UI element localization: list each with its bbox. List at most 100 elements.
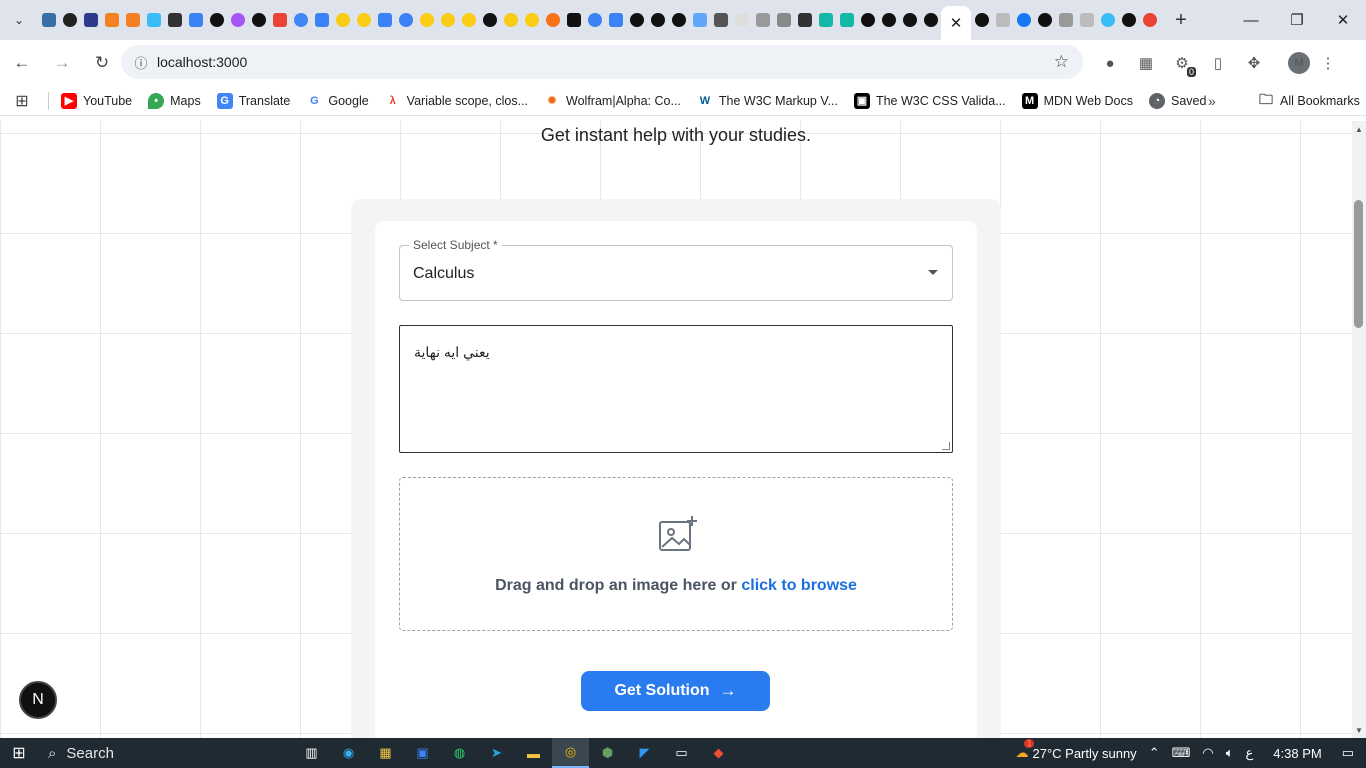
bookmark-translate[interactable]: G Translate xyxy=(209,87,299,115)
clipboard-icon[interactable]: ▯ xyxy=(1200,45,1236,81)
url-text[interactable]: localhost:3000 xyxy=(157,54,247,70)
active-tab[interactable]: ✕ xyxy=(941,6,971,40)
task-view-icon[interactable]: ▥ xyxy=(293,738,330,768)
tab[interactable] xyxy=(626,0,647,40)
tab[interactable] xyxy=(773,0,794,40)
tab[interactable] xyxy=(185,0,206,40)
subject-select[interactable]: Select Subject * Calculus xyxy=(399,238,953,301)
tab[interactable] xyxy=(269,0,290,40)
tab-close-icon[interactable]: ✕ xyxy=(950,14,963,32)
tray-chevron-icon[interactable]: ⌃ xyxy=(1143,745,1166,761)
tab[interactable] xyxy=(563,0,584,40)
tab[interactable] xyxy=(437,0,458,40)
weather-widget[interactable]: ☁ 1 27°C Partly sunny xyxy=(1009,739,1142,761)
bookmark-star-icon[interactable]: ☆ xyxy=(1054,52,1069,72)
apps-icon[interactable]: ⊞ xyxy=(0,87,44,115)
nodejs-icon[interactable]: ⬢ xyxy=(589,738,626,768)
tab[interactable] xyxy=(143,0,164,40)
taskbar-search[interactable]: ⌕ Search xyxy=(38,738,293,768)
browse-link[interactable]: click to browse xyxy=(741,577,857,594)
get-solution-button[interactable]: Get Solution → xyxy=(581,671,770,711)
tab[interactable] xyxy=(101,0,122,40)
tab[interactable] xyxy=(59,0,80,40)
keyboard-language[interactable]: ع xyxy=(1240,745,1260,761)
tab[interactable] xyxy=(521,0,542,40)
tab[interactable] xyxy=(248,0,269,40)
site-info-icon[interactable]: ⓘ xyxy=(125,53,157,72)
tab[interactable] xyxy=(38,0,59,40)
bookmark-w3c-markup[interactable]: W The W3C Markup V... xyxy=(689,87,846,115)
puzzle-icon[interactable]: ✥ xyxy=(1236,45,1272,81)
telegram-icon[interactable]: ➤ xyxy=(478,738,515,768)
tab[interactable] xyxy=(992,0,1013,40)
tab[interactable] xyxy=(332,0,353,40)
outlook-icon[interactable]: ▣ xyxy=(404,738,441,768)
notifications-icon[interactable]: ▭ xyxy=(1336,745,1366,761)
bookmark-w3c-css[interactable]: ▣ The W3C CSS Valida... xyxy=(846,87,1014,115)
tab[interactable] xyxy=(479,0,500,40)
page-scrollbar[interactable]: ▲ ▼ xyxy=(1352,121,1366,738)
minimize-icon[interactable]: — xyxy=(1228,0,1274,40)
tab[interactable] xyxy=(689,0,710,40)
tab[interactable] xyxy=(227,0,248,40)
resize-handle-icon[interactable] xyxy=(942,442,950,450)
tab[interactable] xyxy=(1013,0,1034,40)
image-dropzone[interactable]: Drag and drop an image here or click to … xyxy=(399,477,953,631)
tab[interactable] xyxy=(1055,0,1076,40)
terminal-icon[interactable]: ▭ xyxy=(663,738,700,768)
profile-avatar[interactable]: M xyxy=(1288,52,1310,74)
network-adapter-icon[interactable]: ⌨ xyxy=(1166,745,1197,761)
tab[interactable] xyxy=(731,0,752,40)
tab[interactable] xyxy=(752,0,773,40)
bookmark-variable-scope[interactable]: λ Variable scope, clos... xyxy=(377,87,536,115)
scrollbar-thumb[interactable] xyxy=(1354,200,1363,328)
tab[interactable] xyxy=(971,0,992,40)
tab[interactable] xyxy=(500,0,521,40)
chrome-icon[interactable]: ◎ xyxy=(552,738,589,768)
tab[interactable] xyxy=(1076,0,1097,40)
all-bookmarks[interactable]: 🗀 All Bookmarks xyxy=(1250,87,1366,115)
more-bookmarks-icon[interactable]: » xyxy=(1200,87,1224,115)
address-bar[interactable]: ⓘ localhost:3000 ☆ xyxy=(121,45,1083,79)
tab[interactable] xyxy=(857,0,878,40)
tab[interactable] xyxy=(164,0,185,40)
tab[interactable] xyxy=(290,0,311,40)
tab[interactable] xyxy=(1139,0,1160,40)
tab-search-icon[interactable]: ⌄ xyxy=(0,0,38,40)
tab[interactable] xyxy=(416,0,437,40)
tab[interactable] xyxy=(542,0,563,40)
file-explorer-icon[interactable]: ▬ xyxy=(515,738,552,768)
scroll-up-icon[interactable]: ▲ xyxy=(1355,125,1363,134)
tab[interactable] xyxy=(1034,0,1055,40)
tab[interactable] xyxy=(374,0,395,40)
vscode-icon[interactable]: ◤ xyxy=(626,738,663,768)
windows-start-icon[interactable]: ⊞ xyxy=(0,738,38,768)
extension-icon[interactable]: ▦ xyxy=(1128,45,1164,81)
extension-icon[interactable]: ⚙ 0 xyxy=(1164,45,1200,81)
tab[interactable] xyxy=(311,0,332,40)
scroll-down-icon[interactable]: ▼ xyxy=(1355,726,1363,735)
tab[interactable] xyxy=(80,0,101,40)
tab[interactable] xyxy=(836,0,857,40)
tab[interactable] xyxy=(605,0,626,40)
close-window-icon[interactable]: ✕ xyxy=(1320,0,1366,40)
new-tab-button[interactable]: + xyxy=(1166,0,1196,40)
tab[interactable] xyxy=(878,0,899,40)
tab[interactable] xyxy=(710,0,731,40)
forward-icon[interactable]: → xyxy=(44,45,80,81)
tab[interactable] xyxy=(1097,0,1118,40)
question-textarea[interactable]: يعني ايه نهاية xyxy=(399,325,953,453)
whatsapp-icon[interactable]: ◍ xyxy=(441,738,478,768)
tab[interactable] xyxy=(458,0,479,40)
tab[interactable] xyxy=(395,0,416,40)
nextjs-dev-badge[interactable]: N xyxy=(19,681,57,719)
bookmark-mdn[interactable]: M MDN Web Docs xyxy=(1014,87,1141,115)
edge-icon[interactable]: ◉ xyxy=(330,738,367,768)
bookmark-google[interactable]: G Google xyxy=(298,87,376,115)
extension-icon[interactable]: ● xyxy=(1092,45,1128,81)
tab[interactable] xyxy=(584,0,605,40)
bookmark-youtube[interactable]: ▶ YouTube xyxy=(53,87,140,115)
back-icon[interactable]: ← xyxy=(4,45,40,81)
volume-icon[interactable]: 🔈︎ xyxy=(1220,745,1240,761)
git-icon[interactable]: ◆ xyxy=(700,738,737,768)
